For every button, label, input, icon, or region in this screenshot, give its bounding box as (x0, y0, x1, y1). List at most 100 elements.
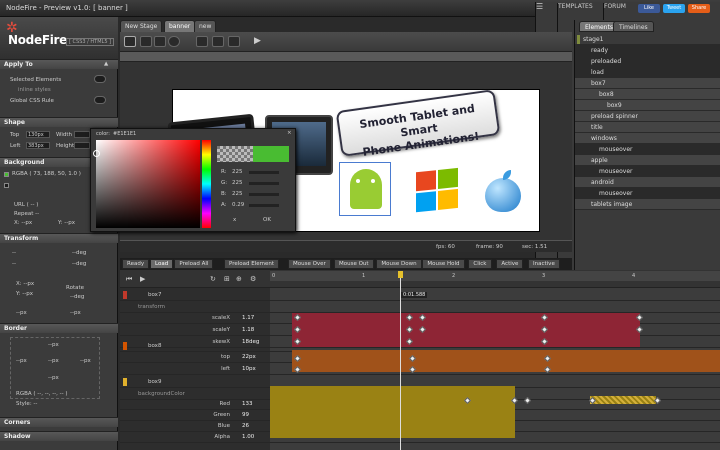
tab-banner[interactable]: banner (164, 20, 196, 32)
height-field[interactable] (74, 142, 90, 149)
timeline-tab-mouse-hold[interactable]: Mouse Hold (422, 259, 465, 269)
element-item-mouseover[interactable]: mouseover (575, 144, 720, 155)
transform-header[interactable]: Transform (0, 233, 118, 243)
property-value[interactable]: 99 (242, 410, 249, 421)
border-top-field[interactable]: --px (48, 342, 59, 348)
timeline-tab-inactive[interactable]: Inactive (528, 259, 560, 269)
transform-field-2[interactable]: --deg (72, 250, 86, 256)
android-element[interactable] (339, 162, 391, 216)
timeline-tab-preload-element[interactable]: Preload Element (224, 259, 280, 269)
property-value[interactable]: 133 (242, 399, 253, 410)
play-icon[interactable]: ▶ (140, 275, 145, 283)
shape-header[interactable]: Shape (0, 117, 118, 127)
element-item-preload-spinner[interactable]: preload spinner (575, 35, 720, 122)
element-item-title[interactable]: title (575, 35, 720, 133)
a-value[interactable]: 0.29 (232, 202, 244, 208)
apple-icon[interactable] (483, 170, 523, 214)
ok-button[interactable]: OK (263, 217, 271, 223)
transform-x[interactable]: X: --px (16, 281, 34, 287)
tab-new[interactable]: new (194, 20, 217, 32)
b-slider[interactable] (249, 193, 279, 196)
background-y[interactable]: Y: --px (58, 220, 75, 226)
element-item-ready[interactable]: ready (575, 45, 720, 56)
play-icon[interactable]: ▶ (254, 36, 266, 47)
transform-field-6[interactable]: --px (70, 310, 81, 316)
collapse-icon[interactable]: ▲ (104, 61, 108, 67)
share-button[interactable]: Share (688, 4, 710, 13)
box8-keyframe-bar[interactable] (292, 350, 720, 372)
element-item-load[interactable]: load (575, 67, 720, 78)
timeline-tab-active[interactable]: Active (496, 259, 524, 269)
image-tool-icon[interactable] (140, 36, 152, 47)
tweet-button[interactable]: Tweet (663, 4, 685, 13)
background-image-checkbox[interactable] (4, 183, 9, 188)
saturation-field[interactable] (96, 140, 200, 228)
transform-y[interactable]: Y: --px (16, 291, 33, 297)
b-value[interactable]: 225 (232, 191, 243, 197)
apply-to-header[interactable]: Apply To (0, 59, 118, 69)
global-css-toggle[interactable] (94, 96, 106, 104)
cancel-button[interactable]: x (233, 217, 236, 223)
box7-keyframe-bar[interactable] (292, 313, 640, 347)
element-item-box9[interactable]: box9 (575, 35, 720, 111)
transform-field-3[interactable]: -- (12, 261, 16, 267)
select-tool-icon[interactable] (124, 36, 136, 47)
border-rgba[interactable]: RGBA ( --, --, --, -- ) (16, 391, 68, 397)
transform-field-1[interactable]: -- (12, 250, 16, 256)
property-value[interactable]: 22px (242, 352, 256, 363)
top-field[interactable]: 130px (26, 131, 50, 138)
background-url[interactable]: URL ( -- ) (14, 202, 38, 208)
corners-header[interactable]: Corners (0, 417, 118, 427)
align-center-icon[interactable] (212, 36, 224, 47)
g-slider[interactable] (249, 182, 279, 185)
close-icon[interactable]: × (287, 130, 292, 136)
timeline-tab-mouse-out[interactable]: Mouse Out (334, 259, 374, 269)
tab-new-stage[interactable]: New Stage (120, 20, 163, 32)
track-box7-sub[interactable]: transform (120, 301, 720, 313)
like-button[interactable]: Like (638, 4, 660, 13)
r-value[interactable]: 225 (232, 169, 243, 175)
rotate-deg[interactable]: --deg (70, 294, 84, 300)
zoom-icon[interactable]: ⊕ (236, 275, 242, 283)
box9-tween-segment[interactable] (590, 396, 656, 404)
background-rgba[interactable]: RGBA ( 73, 188, 50, 1.0 ) (12, 171, 81, 177)
color-hex-field[interactable]: #E1E1E1 (113, 131, 136, 137)
timeline-tab-ready[interactable]: Ready (122, 259, 150, 269)
property-value[interactable]: 1.18 (242, 325, 254, 336)
property-value[interactable]: 26 (242, 421, 249, 432)
border-right-field[interactable]: --px (80, 358, 91, 364)
border-bottom-field[interactable]: --px (48, 375, 59, 381)
windows-icon[interactable] (416, 167, 460, 215)
border-left-field[interactable]: --px (16, 358, 27, 364)
loop-icon[interactable]: ↻ (210, 275, 216, 283)
border-style[interactable]: Style: -- (16, 401, 37, 407)
align-right-icon[interactable] (228, 36, 240, 47)
tab-timelines[interactable]: Timelines (613, 21, 654, 32)
shadow-header[interactable]: Shadow (0, 431, 118, 441)
border-all-field[interactable]: --px (48, 358, 59, 364)
element-item-mouseover[interactable]: mouseover (575, 188, 720, 199)
element-item-tablets-image[interactable]: tablets image (575, 35, 720, 210)
property-value[interactable]: 1.17 (242, 313, 254, 324)
element-item-preloaded[interactable]: preloaded (575, 56, 720, 67)
width-field[interactable] (74, 131, 90, 138)
snap-icon[interactable]: ⊞ (224, 275, 230, 283)
left-field[interactable]: 383px (26, 142, 50, 149)
g-value[interactable]: 225 (232, 180, 243, 186)
element-item-windows[interactable]: windows (575, 35, 720, 144)
a-slider[interactable] (249, 204, 279, 207)
element-item-apple[interactable]: apple (575, 35, 720, 166)
ellipse-tool-icon[interactable] (168, 36, 180, 47)
box9-keyframe-bar[interactable] (270, 386, 515, 438)
property-value[interactable]: 1.00 (242, 432, 254, 443)
element-item-mouseover[interactable]: mouseover (575, 166, 720, 177)
r-slider[interactable] (249, 171, 279, 174)
background-color-checkbox[interactable] (4, 172, 9, 177)
timeline-tab-preload-all[interactable]: Preload All (174, 259, 214, 269)
rect-tool-icon[interactable] (154, 36, 166, 47)
align-left-icon[interactable] (196, 36, 208, 47)
background-x[interactable]: X: --px (14, 220, 32, 226)
title-banner[interactable]: Smooth Tablet and Smart Phone Animations… (335, 89, 501, 159)
timeline-tab-mouse-down[interactable]: Mouse Down (376, 259, 422, 269)
transform-field-4[interactable]: --deg (72, 261, 86, 267)
